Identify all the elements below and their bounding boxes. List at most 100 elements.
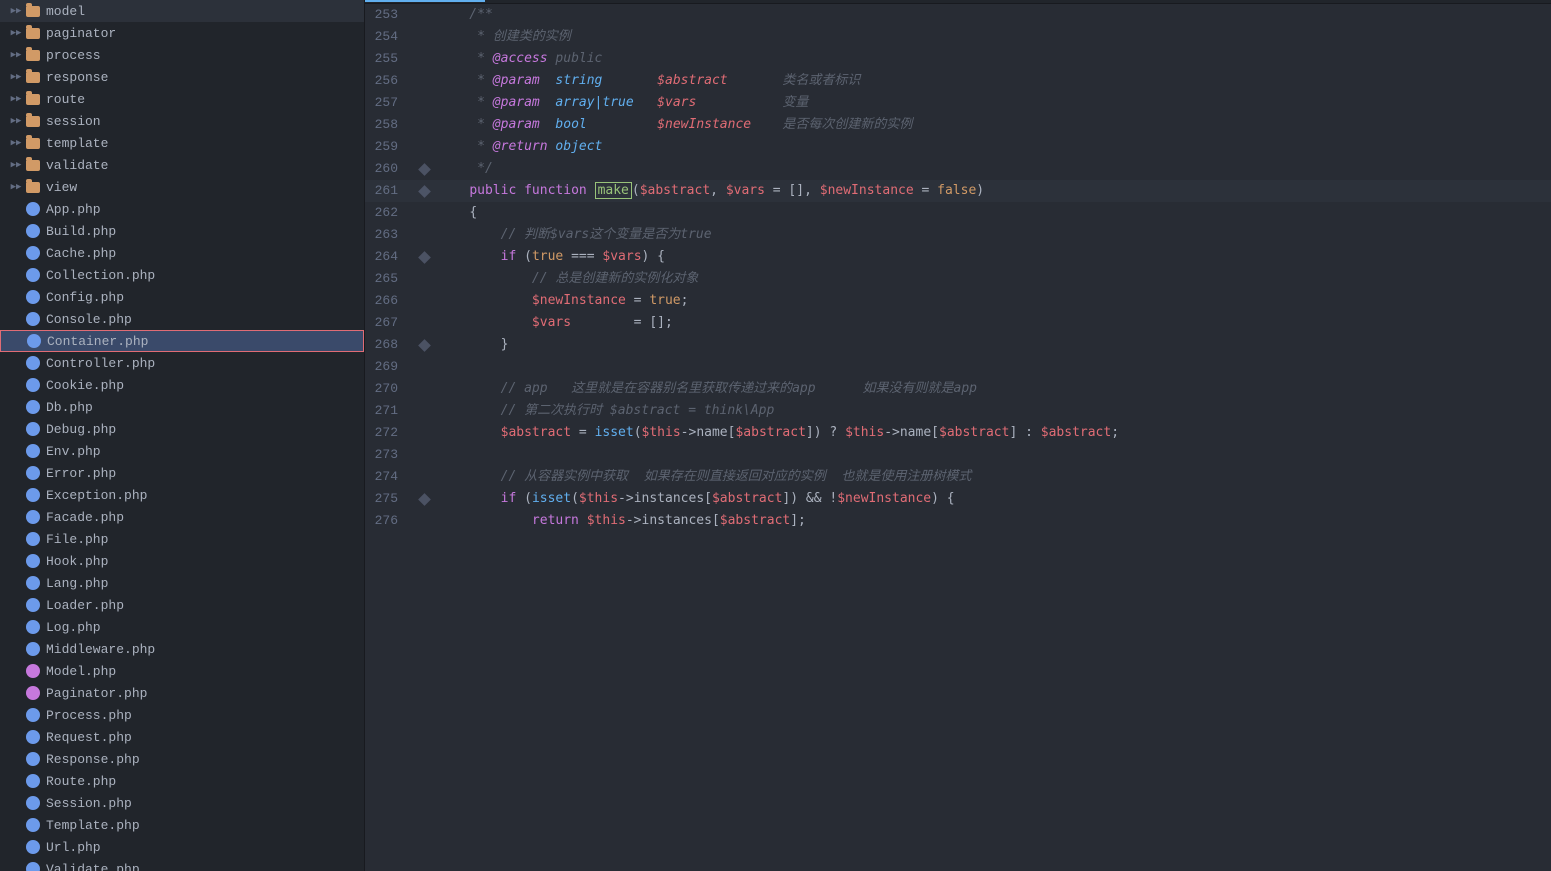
sidebar-file-Collection.php[interactable]: Collection.php — [0, 264, 364, 286]
tree-arrow-icon: ▶ — [8, 138, 24, 148]
php-icon — [26, 422, 40, 436]
sidebar-file-Config.php[interactable]: Config.php — [0, 286, 364, 308]
php-icon — [26, 532, 40, 546]
sidebar-file-Error.php[interactable]: Error.php — [0, 462, 364, 484]
breakpoint-area — [410, 400, 438, 422]
line-number: 261 — [365, 180, 410, 202]
line-number: 265 — [365, 268, 410, 290]
sidebar-file-Debug.php[interactable]: Debug.php — [0, 418, 364, 440]
tree-item-label: Paginator.php — [46, 686, 147, 701]
tree-item-label: File.php — [46, 532, 108, 547]
php-model-icon — [26, 664, 40, 678]
tree-item-label: Url.php — [46, 840, 101, 855]
sidebar-folder-template[interactable]: ▶template — [0, 132, 364, 154]
tree-item-label: Collection.php — [46, 268, 155, 283]
breakpoint-area — [410, 92, 438, 114]
php-icon — [26, 378, 40, 392]
sidebar-folder-route[interactable]: ▶ route — [0, 88, 364, 110]
sidebar-file-Exception.php[interactable]: Exception.php — [0, 484, 364, 506]
sidebar-file-Url.php[interactable]: Url.php — [0, 836, 364, 858]
tree-item-label: Request.php — [46, 730, 132, 745]
sidebar-file-Model.php[interactable]: Model.php — [0, 660, 364, 682]
php-icon — [26, 202, 40, 216]
tree-item-label: Session.php — [46, 796, 132, 811]
line-code: /** — [438, 4, 1551, 26]
code-line: 275 if (isset($this->instances[$abstract… — [365, 488, 1551, 510]
sidebar-file-Request.php[interactable]: Request.php — [0, 726, 364, 748]
code-line: 263 // 判断$vars这个变量是否为true — [365, 224, 1551, 246]
line-code: * @access public — [438, 48, 1551, 70]
code-line: 268 } — [365, 334, 1551, 356]
tree-arrow-icon: ▶ — [8, 72, 24, 82]
tree-item-label: Error.php — [46, 466, 116, 481]
sidebar-folder-view[interactable]: ▶view — [0, 176, 364, 198]
sidebar-folder-session[interactable]: ▶session — [0, 110, 364, 132]
breakpoint-area — [410, 510, 438, 532]
sidebar-file-Log.php[interactable]: Log.php — [0, 616, 364, 638]
tree-arrow-icon: ▶ — [8, 94, 24, 104]
tree-item-label: paginator — [46, 26, 116, 41]
sidebar-file-Hook.php[interactable]: Hook.php — [0, 550, 364, 572]
sidebar-file-Loader.php[interactable]: Loader.php — [0, 594, 364, 616]
breakpoint-area — [410, 4, 438, 26]
php-icon — [26, 818, 40, 832]
code-line: 255 * @access public — [365, 48, 1551, 70]
line-number: 273 — [365, 444, 410, 466]
line-code: * @param bool $newInstance 是否每次创建新的实例 — [438, 114, 1551, 136]
line-code: * @return object — [438, 136, 1551, 158]
sidebar-folder-response[interactable]: ▶response — [0, 66, 364, 88]
sidebar-file-Cache.php[interactable]: Cache.php — [0, 242, 364, 264]
line-code: } — [438, 334, 1551, 356]
sidebar-file-Controller.php[interactable]: Controller.php — [0, 352, 364, 374]
sidebar-file-Response.php[interactable]: Response.php — [0, 748, 364, 770]
sidebar-file-Session.php[interactable]: Session.php — [0, 792, 364, 814]
sidebar-file-Process.php[interactable]: Process.php — [0, 704, 364, 726]
code-line: 266 $newInstance = true; — [365, 290, 1551, 312]
breakpoint-area — [410, 378, 438, 400]
sidebar-folder-model[interactable]: ▶model — [0, 0, 364, 22]
sidebar-file-Template.php[interactable]: Template.php — [0, 814, 364, 836]
line-number: 266 — [365, 290, 410, 312]
sidebar-file-Paginator.php[interactable]: Paginator.php — [0, 682, 364, 704]
tree-arrow-icon: ▶ — [8, 182, 24, 192]
breakpoint-diamond-icon — [418, 493, 431, 506]
sidebar-file-Validate.php[interactable]: Validate.php — [0, 858, 364, 871]
php-icon — [26, 444, 40, 458]
breakpoint-area — [410, 70, 438, 92]
tree-item-label: App.php — [46, 202, 101, 217]
sidebar-folder-paginator[interactable]: ▶paginator — [0, 22, 364, 44]
breakpoint-area — [410, 334, 438, 356]
sidebar-file-Cookie.php[interactable]: Cookie.php — [0, 374, 364, 396]
code-line: 270 // app 这里就是在容器别名里获取传递过来的app 如果没有则就是a… — [365, 378, 1551, 400]
sidebar-file-App.php[interactable]: App.php — [0, 198, 364, 220]
line-number: 272 — [365, 422, 410, 444]
sidebar-file-Route.php[interactable]: Route.php — [0, 770, 364, 792]
tree-arrow-icon: ▶ — [8, 116, 24, 126]
breakpoint-area — [410, 202, 438, 224]
sidebar-folder-validate[interactable]: ▶validate — [0, 154, 364, 176]
sidebar-file-Env.php[interactable]: Env.php — [0, 440, 364, 462]
file-tree[interactable]: ▶model▶paginator▶process▶response▶route▶… — [0, 0, 365, 871]
sidebar-file-Console.php[interactable]: Console.php — [0, 308, 364, 330]
line-number: 257 — [365, 92, 410, 114]
code-line: 260 */ — [365, 158, 1551, 180]
sidebar-file-Db.php[interactable]: Db.php — [0, 396, 364, 418]
sidebar-file-Middleware.php[interactable]: Middleware.php — [0, 638, 364, 660]
php-icon — [26, 642, 40, 656]
line-code — [438, 444, 1551, 466]
line-code: $vars = []; — [438, 312, 1551, 334]
code-line: 259 * @return object — [365, 136, 1551, 158]
sidebar-file-Facade.php[interactable]: Facade.php — [0, 506, 364, 528]
sidebar-file-File.php[interactable]: File.php — [0, 528, 364, 550]
line-number: 255 — [365, 48, 410, 70]
tree-item-label: Response.php — [46, 752, 140, 767]
line-number: 264 — [365, 246, 410, 268]
php-icon — [26, 510, 40, 524]
breakpoint-area — [410, 136, 438, 158]
tree-arrow-icon: ▶ — [8, 50, 24, 60]
sidebar-file-Lang.php[interactable]: Lang.php — [0, 572, 364, 594]
sidebar-file-Build.php[interactable]: Build.php — [0, 220, 364, 242]
sidebar-file-Container.php[interactable]: Container.php — [0, 330, 364, 352]
tree-item-label: route — [46, 92, 85, 107]
sidebar-folder-process[interactable]: ▶process — [0, 44, 364, 66]
